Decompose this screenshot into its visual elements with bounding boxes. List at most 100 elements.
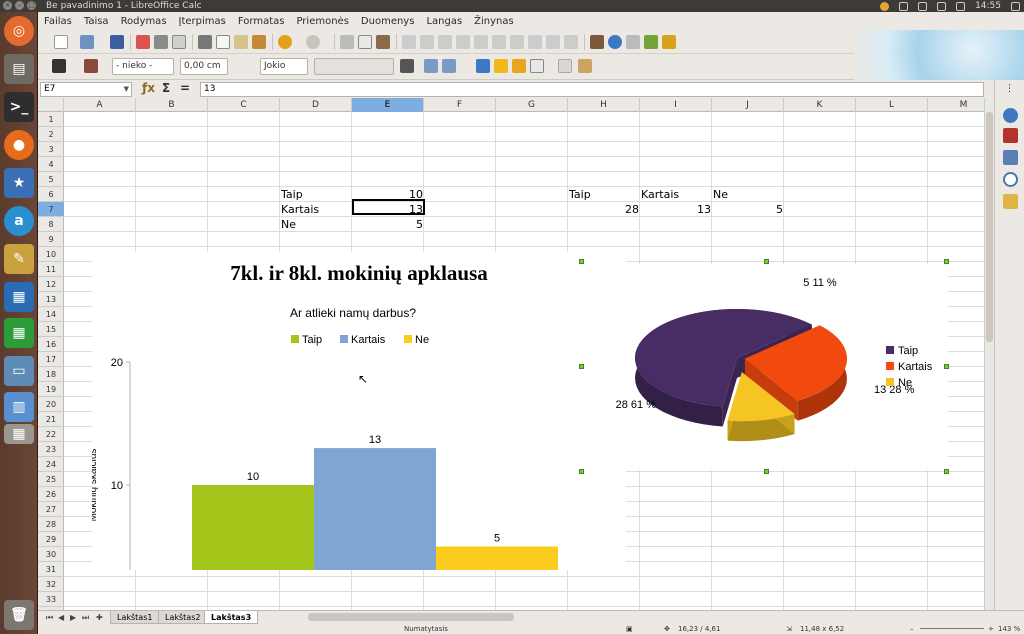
menu-help[interactable]: Žinynas [474, 16, 514, 27]
chart-area-icon[interactable] [420, 35, 434, 49]
row-header-13[interactable]: 13 [38, 292, 64, 307]
new-document-icon[interactable] [54, 35, 68, 49]
row-header-14[interactable]: 14 [38, 307, 64, 322]
sum-icon[interactable]: Σ [162, 81, 170, 95]
resize-handle[interactable] [579, 469, 584, 474]
add-sheet-icon[interactable]: ✚ [96, 613, 103, 622]
firefox-icon[interactable]: ● [4, 130, 34, 160]
row-header-5[interactable]: 5 [38, 172, 64, 187]
workspace-icon[interactable]: ▥ [4, 392, 34, 422]
spellcheck-icon[interactable] [358, 35, 372, 49]
settings-icon[interactable]: ✎ [4, 244, 34, 274]
row-header-7[interactable]: 7 [38, 202, 64, 217]
cell-J7[interactable]: 5 [713, 202, 785, 217]
row-header-31[interactable]: 31 [38, 562, 64, 577]
mail-icon[interactable] [918, 1, 928, 11]
line-width-input[interactable]: 0,00 cm [180, 58, 228, 75]
menu-format[interactable]: Formatas [238, 16, 285, 27]
minimize-window-icon[interactable]: – [15, 1, 24, 10]
row-header-2[interactable]: 2 [38, 127, 64, 142]
update-icon[interactable] [880, 1, 890, 11]
horizontal-scrollbar[interactable] [308, 613, 514, 621]
menu-window[interactable]: Langas [426, 16, 462, 27]
resize-handle[interactable] [944, 259, 949, 264]
trash-icon[interactable]: 🗑 [4, 600, 34, 630]
functions-icon[interactable] [644, 35, 658, 49]
zoom-level[interactable]: 143 % [998, 624, 1020, 634]
to-background-icon[interactable] [530, 59, 544, 73]
row-header-12[interactable]: 12 [38, 277, 64, 292]
maximize-window-icon[interactable]: □ [27, 1, 36, 10]
row-header-30[interactable]: 30 [38, 547, 64, 562]
properties-icon[interactable] [1003, 108, 1018, 123]
row-header-23[interactable]: 23 [38, 442, 64, 457]
cell-E8[interactable]: 5 [353, 217, 425, 232]
row-header-17[interactable]: 17 [38, 352, 64, 367]
send-back-icon[interactable] [494, 59, 508, 73]
anchor-icon[interactable] [400, 59, 414, 73]
copy-icon[interactable] [216, 35, 230, 49]
close-window-icon[interactable]: × [3, 1, 12, 10]
row-header-27[interactable]: 27 [38, 502, 64, 517]
files-icon[interactable]: ▤ [4, 54, 34, 84]
gallery-sidebar-icon[interactable] [1003, 150, 1018, 165]
column-header-K[interactable]: K [784, 98, 856, 112]
cell-D6[interactable]: Taip [281, 187, 351, 202]
resize-handle[interactable] [579, 364, 584, 369]
next-sheet-icon[interactable]: ▶ [70, 613, 76, 622]
row-header-25[interactable]: 25 [38, 472, 64, 487]
row-header-11[interactable]: 11 [38, 262, 64, 277]
column-header-L[interactable]: L [856, 98, 928, 112]
paste-icon[interactable] [234, 35, 248, 49]
formula-input[interactable]: 13 [200, 82, 984, 97]
cell-H7[interactable]: 28 [569, 202, 641, 217]
clone-formatting-icon[interactable] [252, 35, 266, 49]
menu-tools[interactable]: Priemonės [296, 16, 348, 27]
scroll-thumb[interactable] [986, 112, 993, 342]
vertical-scrollbar[interactable] [984, 98, 994, 610]
row-header-21[interactable]: 21 [38, 412, 64, 427]
row-header-16[interactable]: 16 [38, 337, 64, 352]
cell-I6[interactable]: Kartais [641, 187, 711, 202]
zoom-in-icon[interactable]: + [988, 624, 994, 634]
tools-icon[interactable] [899, 1, 909, 11]
formula-icon[interactable]: = [180, 81, 190, 95]
print-icon[interactable] [154, 35, 168, 49]
chart-axis-icon[interactable] [546, 35, 560, 49]
area-style-select[interactable]: Jokio [260, 58, 308, 75]
bar-chart[interactable]: 7kl. ir 8kl. mokinių apklausa Ar atlieki … [88, 252, 626, 610]
column-header-B[interactable]: B [136, 98, 208, 112]
software-center-icon[interactable]: ★ [4, 168, 34, 198]
row-header-24[interactable]: 24 [38, 457, 64, 472]
align-icon[interactable] [442, 59, 456, 73]
zoom-out-icon[interactable]: – [910, 624, 914, 634]
row-header-19[interactable]: 19 [38, 382, 64, 397]
impress-icon[interactable]: ▭ [4, 356, 34, 386]
resize-handle[interactable] [764, 469, 769, 474]
undo-icon[interactable] [278, 35, 292, 49]
to-foreground-icon[interactable] [512, 59, 526, 73]
menu-insert[interactable]: Įterpimas [179, 16, 226, 27]
row-header-3[interactable]: 3 [38, 142, 64, 157]
print-preview-icon[interactable] [172, 35, 186, 49]
resize-handle[interactable] [944, 364, 949, 369]
volume-icon[interactable] [956, 1, 966, 11]
cell-I7[interactable]: 13 [641, 202, 713, 217]
row-header-28[interactable]: 28 [38, 517, 64, 532]
bring-front-icon[interactable] [476, 59, 490, 73]
row-header-1[interactable]: 1 [38, 112, 64, 127]
row-header-8[interactable]: 8 [38, 217, 64, 232]
chevron-down-icon[interactable]: ▼ [124, 83, 129, 96]
sheet-tab-1[interactable]: Lakštas1 [110, 611, 160, 624]
pie-chart[interactable]: 28 61 % 13 28 % 5 11 % Taip Kartais Ne [582, 264, 948, 470]
resize-handle[interactable] [579, 259, 584, 264]
column-header-F[interactable]: F [424, 98, 496, 112]
spreadsheet-grid[interactable]: ABCDEFGHIJKLM 1 2 3 4 5 6 7 8 9 10 11 12 13 14 15 16 17 1… [38, 98, 994, 610]
email-icon[interactable] [80, 35, 94, 49]
line-style-select[interactable]: - nieko - [112, 58, 174, 75]
fontwork-icon[interactable] [662, 35, 676, 49]
menu-view[interactable]: Rodymas [121, 16, 167, 27]
last-sheet-icon[interactable]: ⏭ [82, 613, 89, 623]
calc-icon[interactable]: ▦ [4, 318, 34, 348]
resize-handle[interactable] [944, 469, 949, 474]
